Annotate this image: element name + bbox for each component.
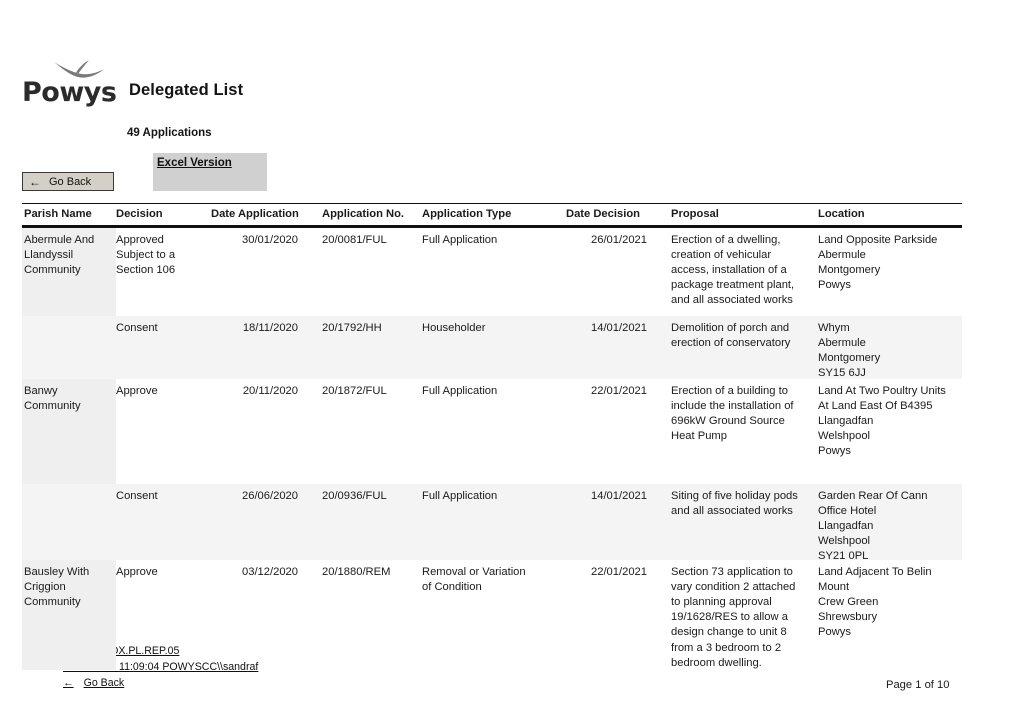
cell-application-no: 20/1872/FUL: [322, 385, 387, 398]
cell-date-application: 03/12/2020: [242, 566, 298, 579]
cell-parish-name: Bausley With Criggion Community: [24, 566, 90, 609]
cell-decision: Approved Subject to a Section 106: [116, 234, 176, 277]
column-header-decision: Decision: [116, 208, 163, 220]
cell-location: Land Opposite Parkside Abermule Montgome…: [818, 234, 938, 292]
cell-application-no: 20/1792/HH: [322, 322, 382, 335]
cell-application-no: 20/1880/REM: [322, 566, 391, 579]
cell-date-application: 26/06/2020: [242, 490, 298, 503]
go-back-button-top[interactable]: ← Go Back: [22, 172, 114, 191]
column-header-application-no: Application No.: [322, 208, 405, 220]
cell-application-type: Full Application: [422, 490, 498, 503]
cell-date-decision: 14/01/2021: [591, 490, 647, 503]
go-back-link-bottom[interactable]: ← Go Back: [63, 675, 124, 691]
cell-date-decision: 26/01/2021: [591, 234, 647, 247]
table-row: Banwy Community Approve 20/11/2020 20/1872/…: [22, 379, 962, 485]
cell-application-no: 20/0936/FUL: [322, 490, 387, 503]
excel-version-button[interactable]: Excel Version: [153, 153, 267, 191]
column-header-proposal: Proposal: [671, 208, 719, 220]
table-body: Abermule And Llandyssil Community Approve…: [22, 228, 962, 671]
cell-application-type: Full Application: [422, 385, 498, 398]
cell-proposal: Demolition of porch and erection of cons…: [671, 322, 791, 350]
arrow-left-icon: ←: [29, 174, 41, 189]
table-row: Bausley With Criggion Community Approve 03…: [22, 560, 962, 671]
cell-date-application: 20/11/2020: [242, 385, 298, 398]
cell-location: Whym Abermule Montgomery SY15 6JJ: [818, 322, 881, 380]
column-header-location: Location: [818, 208, 865, 220]
cell-decision: Consent: [116, 322, 158, 335]
table-row: Abermule And Llandyssil Community Approve…: [22, 228, 962, 317]
cell-date-decision: 22/01/2021: [591, 385, 647, 398]
cell-date-application: 30/01/2020: [242, 234, 298, 247]
column-header-date-decision: Date Decision: [566, 208, 640, 220]
table-header-row: Parish Name Decision Date Application Ap…: [22, 204, 962, 225]
cell-location: Garden Rear Of Cann Office Hotel Llangad…: [818, 490, 928, 563]
cell-proposal: Section 73 application to vary condition…: [671, 566, 796, 669]
cell-proposal: Erection of a building to include the in…: [671, 385, 794, 443]
cell-decision: Approve: [116, 385, 158, 398]
cell-decision: Approve: [116, 566, 158, 579]
cell-parish-name: [22, 321, 116, 381]
cell-decision: Consent: [116, 490, 158, 503]
cell-location: Land At Two Poultry Units At Land East O…: [818, 385, 946, 458]
cell-parish-name: Abermule And Llandyssil Community: [24, 234, 95, 277]
column-header-parish-name: Parish Name: [24, 208, 92, 220]
cell-application-type: Full Application: [422, 234, 498, 247]
table-row: Consent 18/11/2020 20/1792/HH Householder 14…: [22, 316, 962, 379]
page-title: Delegated List: [129, 81, 244, 99]
cell-date-decision: 14/01/2021: [591, 322, 647, 335]
delegated-list-table: Parish Name Decision Date Application Ap…: [22, 203, 962, 671]
powys-logo: Powys: [22, 58, 122, 114]
cell-application-type: Householder: [422, 322, 486, 335]
cell-date-decision: 22/01/2021: [591, 566, 647, 579]
cell-proposal: Siting of five holiday pods and all asso…: [671, 490, 798, 518]
table-row: Consent 26/06/2020 20/0936/FUL Full Applica…: [22, 484, 962, 562]
page-number: Page 1 of 10: [886, 679, 950, 691]
go-back-link-bottom-label: Go Back: [83, 677, 125, 689]
arrow-left-icon-bottom: ←: [63, 677, 74, 689]
cell-date-application: 18/11/2020: [242, 322, 298, 335]
column-header-application-type: Application Type: [422, 208, 512, 220]
cell-parish-name: [22, 489, 116, 564]
go-back-button-top-label: Go Back: [49, 175, 92, 188]
applications-count: 49 Applications: [127, 127, 212, 139]
cell-application-no: 20/0081/FUL: [322, 234, 387, 247]
cell-parish-name: Banwy Community: [24, 385, 81, 413]
cell-location: Land Adjacent To Belin Mount Crew Green …: [818, 566, 932, 639]
excel-version-label: Excel Version: [157, 157, 232, 169]
logo-wordmark: Powys: [22, 77, 117, 108]
cell-application-type: Removal or Variation of Condition: [422, 566, 526, 594]
column-header-date-application: Date Application: [211, 208, 299, 220]
cell-proposal: Erection of a dwelling, creation of vehi…: [671, 234, 795, 307]
